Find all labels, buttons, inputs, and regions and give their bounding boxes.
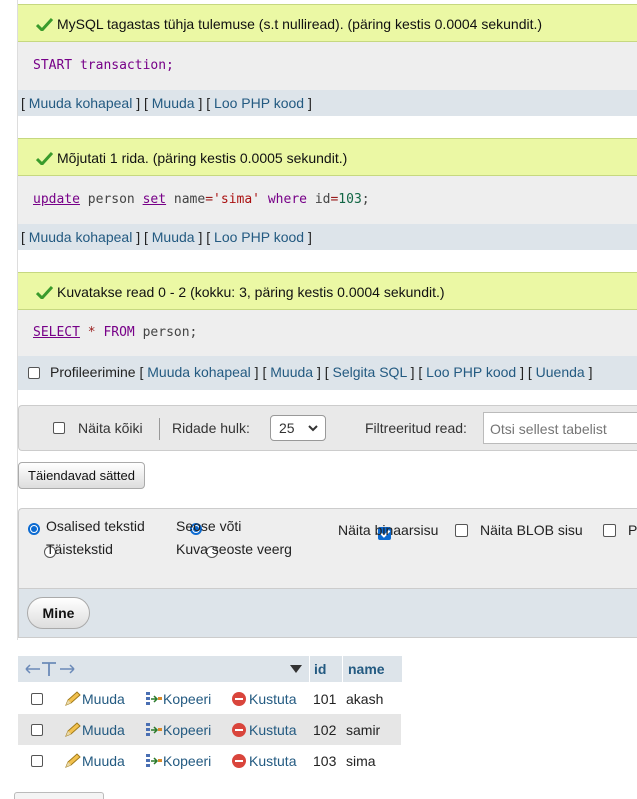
query-result-2: Mõjutati 1 rida. (päring kestis 0.0005 s… xyxy=(18,138,637,250)
create-php-code-link[interactable]: Loo PHP kood xyxy=(426,364,516,380)
chevron-down-icon xyxy=(308,425,318,432)
separator xyxy=(159,418,160,440)
table-row: Muuda Kopeeri Kustuta 101 akash xyxy=(18,683,401,714)
partial-texts-radio[interactable] xyxy=(28,523,40,536)
delete-row-button[interactable]: Kustuta xyxy=(231,722,296,738)
table-header-actions xyxy=(18,656,309,682)
option-label-cut-off: P xyxy=(628,522,637,538)
cell-name: sima xyxy=(346,753,376,769)
sql-query: START transaction; xyxy=(18,42,637,90)
rows-label: Ridade hulk: xyxy=(172,420,250,436)
table-row: Muuda Kopeeri Kustuta 102 samir xyxy=(18,714,401,745)
delete-row-button[interactable]: Kustuta xyxy=(231,691,296,707)
sql-query: update person set name='sima' where id=1… xyxy=(18,176,637,224)
cell-name: akash xyxy=(346,691,384,707)
row-checkbox[interactable] xyxy=(31,693,43,705)
edit-link[interactable]: Muuda xyxy=(152,229,195,245)
edit-link[interactable]: Muuda xyxy=(152,95,195,111)
show-blob-label: Näita BLOB sisu xyxy=(480,522,583,538)
query-links: [ Muuda kohapeal ] [ Muuda ] [ Loo PHP k… xyxy=(18,90,637,116)
delete-icon xyxy=(232,723,246,737)
rows-select[interactable]: 25 xyxy=(270,415,326,441)
option-checkbox-cut-off[interactable] xyxy=(603,524,616,537)
query-links: Profileerimine [ Muuda kohapeal ] [ Muud… xyxy=(18,356,637,390)
cell-name: samir xyxy=(346,722,381,738)
show-blob-checkbox[interactable] xyxy=(455,524,468,537)
check-icon xyxy=(36,286,53,299)
pencil-icon xyxy=(65,691,81,706)
pencil-icon xyxy=(65,722,81,737)
column-header-id[interactable]: id xyxy=(309,656,342,682)
show-binary-label: Näita binaarsisu xyxy=(338,522,439,538)
delete-row-button[interactable]: Kustuta xyxy=(231,753,296,769)
column-toggle-arrows-icon[interactable] xyxy=(24,661,76,677)
row-checkbox[interactable] xyxy=(31,755,43,767)
sort-down-icon[interactable] xyxy=(290,665,302,673)
query-result-1: MySQL tagastas tühja tulemuse (s.t nulli… xyxy=(18,4,637,116)
edit-row-button[interactable]: Muuda xyxy=(64,753,125,769)
copy-row-button[interactable]: Kopeeri xyxy=(145,753,211,769)
cell-id: 102 xyxy=(313,722,337,738)
delete-icon xyxy=(232,754,246,768)
display-options-panel: Osalised tekstid Täistekstid Seose võti … xyxy=(18,508,637,589)
go-button[interactable]: Mine xyxy=(27,597,90,629)
success-message: MySQL tagastas tühja tulemuse (s.t nulli… xyxy=(18,4,637,42)
profiling-checkbox[interactable] xyxy=(28,367,40,380)
inline-edit-link[interactable]: Muuda kohapeal xyxy=(29,229,133,245)
copy-icon xyxy=(146,754,162,767)
filter-label: Filtreeritud read: xyxy=(365,420,467,436)
query-links: [ Muuda kohapeal ] [ Muuda ] [ Loo PHP k… xyxy=(18,224,637,250)
relational-column-label: Kuva seoste veerg xyxy=(176,541,292,557)
check-icon xyxy=(36,152,53,165)
cell-id: 103 xyxy=(313,753,337,769)
extra-options-button[interactable]: Täiendavad sätted xyxy=(18,462,145,489)
column-header-name[interactable]: name xyxy=(342,656,402,682)
cell-id: 101 xyxy=(313,691,337,707)
create-php-code-link[interactable]: Loo PHP kood xyxy=(214,95,304,111)
refresh-link[interactable]: Uuenda xyxy=(536,364,585,380)
explain-sql-link[interactable]: Selgita SQL xyxy=(333,364,407,380)
relational-key-label: Seose võti xyxy=(176,518,242,534)
edit-row-button[interactable]: Muuda xyxy=(64,691,125,707)
edit-link[interactable]: Muuda xyxy=(270,364,313,380)
row-checkbox[interactable] xyxy=(31,724,43,736)
success-message: Kuvatakse read 0 - 2 (kokku: 3, päring k… xyxy=(18,272,637,310)
go-button-bar: Mine xyxy=(18,589,637,638)
success-message: Mõjutati 1 rida. (päring kestis 0.0005 s… xyxy=(18,138,637,176)
check-icon xyxy=(36,18,53,31)
sql-query: SELECT * FROM person; xyxy=(18,310,637,356)
pencil-icon xyxy=(65,753,81,768)
inline-edit-link[interactable]: Muuda kohapeal xyxy=(147,364,251,380)
table-navigation-bar: Näita kõiki Ridade hulk: 25 Filtreeritud… xyxy=(18,405,637,451)
copy-row-button[interactable]: Kopeeri xyxy=(145,722,211,738)
partial-texts-label: Osalised tekstid xyxy=(46,518,145,534)
copy-row-button[interactable]: Kopeeri xyxy=(145,691,211,707)
full-texts-label: Täistekstid xyxy=(46,541,113,557)
query-result-3: Kuvatakse read 0 - 2 (kokku: 3, päring k… xyxy=(18,272,637,390)
edit-row-button[interactable]: Muuda xyxy=(64,722,125,738)
copy-icon xyxy=(146,723,162,736)
copy-icon xyxy=(146,692,162,705)
filter-rows-input[interactable]: Otsi sellest tabelist xyxy=(483,412,637,444)
delete-icon xyxy=(232,692,246,706)
show-all-label: Näita kõiki xyxy=(78,420,143,436)
show-all-checkbox[interactable] xyxy=(53,422,65,434)
create-php-code-link[interactable]: Loo PHP kood xyxy=(214,229,304,245)
profiling-label: Profileerimine xyxy=(50,364,136,380)
table-row: Muuda Kopeeri Kustuta 103 sima xyxy=(18,745,401,776)
inline-edit-link[interactable]: Muuda kohapeal xyxy=(29,95,133,111)
